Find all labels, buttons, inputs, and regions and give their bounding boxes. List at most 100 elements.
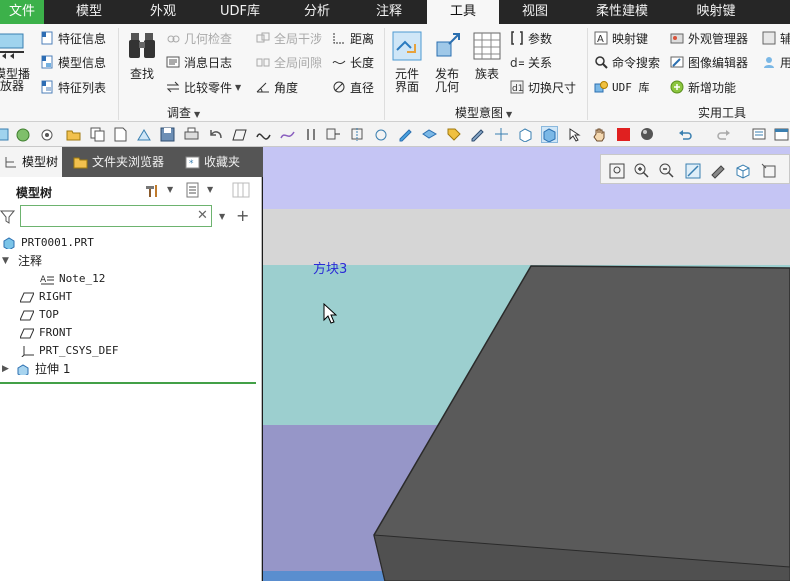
print-icon[interactable] — [184, 127, 199, 142]
tab-flexible-modeling[interactable]: 柔性建模 — [586, 0, 658, 24]
repaint-icon[interactable] — [40, 127, 55, 142]
component-interface-button[interactable]: 元件 界面 — [388, 30, 426, 94]
expand-arrow-icon[interactable]: ▶ — [2, 361, 14, 377]
hand-icon[interactable] — [592, 127, 607, 142]
filter-icon[interactable] — [0, 209, 16, 225]
sketch-icon[interactable] — [137, 127, 152, 142]
relations-button[interactable]: d= 关系 — [510, 52, 552, 72]
tree-item-annotations[interactable]: ▼ 注释 — [2, 253, 42, 269]
copy-icon[interactable] — [90, 127, 105, 142]
tab-model-tree[interactable]: 模型树 — [0, 147, 62, 177]
spline-icon[interactable] — [280, 127, 295, 142]
chevron-down-icon[interactable]: ▼ — [167, 185, 173, 194]
group-model-intent[interactable]: 模型意图 ▼ — [455, 104, 512, 121]
switch-dimensions-button[interactable]: d1 切换尺寸 — [510, 77, 576, 97]
chevron-down-icon[interactable]: ▼ — [207, 185, 213, 194]
layer-icon[interactable] — [422, 127, 437, 142]
tree-item-top-plane[interactable]: TOP — [20, 307, 59, 323]
tab-favorites[interactable]: * 收藏夹 — [182, 147, 254, 177]
model-player-button[interactable]: 模型播 放器 — [0, 30, 34, 92]
tree-item-extrude[interactable]: ▶ 拉伸 1 — [2, 361, 70, 377]
regenerate-manager-icon[interactable] — [752, 127, 767, 142]
redo-icon[interactable] — [716, 127, 731, 142]
tab-udf-library[interactable]: UDF库 — [208, 0, 272, 24]
compare-part-button[interactable]: 比较零件 ▼ — [166, 77, 241, 97]
udf-library-button[interactable]: UDF 库 — [594, 77, 650, 97]
plane-icon[interactable] — [232, 127, 247, 142]
tab-view[interactable]: 视图 — [508, 0, 562, 24]
reorient-icon[interactable] — [685, 163, 701, 179]
image-editor-button[interactable]: 图像编辑器 — [670, 52, 748, 72]
parameters-button[interactable]: 参数 — [510, 28, 552, 48]
message-log-button[interactable]: 消息日志 — [166, 52, 232, 72]
appearance-manager-button[interactable]: 外观管理器 — [670, 28, 748, 48]
family-table-button[interactable]: 族表 — [468, 30, 506, 81]
global-interference-button[interactable]: 全局干涉 — [256, 28, 322, 48]
tree-item-csys[interactable]: PRT_CSYS_DEF — [20, 343, 118, 359]
plane-align-icon[interactable] — [494, 127, 509, 142]
graphics-window[interactable]: 方块3 — [263, 147, 790, 581]
group-investigate[interactable]: 调查 ▼ — [167, 104, 200, 121]
parallel-icon[interactable] — [304, 127, 319, 142]
sphere-icon[interactable] — [16, 127, 31, 142]
tab-analysis[interactable]: 分析 — [290, 0, 344, 24]
tab-appearance[interactable]: 外观 — [136, 0, 190, 24]
appearance-ball-icon[interactable] — [640, 127, 655, 142]
geometry-check-button[interactable]: 几何检查 — [166, 28, 232, 48]
expand-arrow-icon[interactable]: ▼ — [2, 253, 14, 269]
zoom-fit-icon[interactable] — [609, 163, 625, 179]
tab-annotate[interactable]: 注释 — [362, 0, 416, 24]
aux-button[interactable]: 辅 — [762, 28, 790, 48]
window-icon[interactable] — [774, 127, 789, 142]
length-button[interactable]: 长度 — [332, 52, 374, 72]
open-folder-icon[interactable] — [66, 127, 81, 142]
feature-info-button[interactable]: 特征信息 — [40, 28, 106, 48]
view-cube-icon[interactable] — [735, 163, 751, 179]
shaded-view-icon[interactable] — [541, 126, 558, 143]
new-features-button[interactable]: 新增功能 — [670, 77, 736, 97]
hammer-icon[interactable] — [144, 182, 160, 198]
diameter-button[interactable]: 直径 — [332, 77, 374, 97]
model-info-button[interactable]: 模型信息 — [40, 52, 106, 72]
select-icon[interactable] — [566, 127, 581, 142]
edit-icon[interactable] — [470, 127, 485, 142]
publish-geometry-button[interactable]: 发布 几何 — [428, 30, 466, 94]
zoom-out-icon[interactable] — [659, 163, 675, 179]
zoom-in-icon[interactable] — [634, 163, 650, 179]
tree-item-front-plane[interactable]: FRONT — [20, 325, 72, 341]
angle-button[interactable]: 角度 — [256, 77, 298, 97]
global-clearance-button[interactable]: 全局间隙 — [256, 52, 322, 72]
chevron-down-icon[interactable]: ▼ — [219, 212, 225, 221]
display-style-icon[interactable] — [710, 163, 726, 179]
distance-button[interactable]: 距离 — [332, 28, 374, 48]
trim-icon[interactable] — [326, 127, 341, 142]
annotation-label[interactable]: 方块3 — [313, 258, 347, 277]
hidden-line-icon[interactable] — [518, 127, 533, 142]
undo-icon[interactable] — [678, 127, 693, 142]
regenerate-icon[interactable] — [0, 127, 11, 142]
tree-item-note[interactable]: A Note_12 — [40, 271, 105, 287]
save-icon[interactable] — [160, 127, 175, 142]
tree-item-part[interactable]: PRT0001.PRT — [2, 235, 94, 251]
undo-arrow-icon[interactable] — [208, 127, 223, 142]
mapkeys-button[interactable]: A 映射键 — [594, 28, 648, 48]
mirror-icon[interactable] — [350, 127, 365, 142]
document-icon[interactable] — [113, 127, 128, 142]
columns-icon[interactable] — [232, 182, 250, 198]
add-icon[interactable]: + — [236, 206, 249, 225]
tab-mapkeys[interactable]: 映射键 — [680, 0, 752, 24]
feature-list-button[interactable]: 特征列表 — [40, 77, 106, 97]
show-icon[interactable] — [185, 182, 201, 198]
clear-search-icon[interactable]: ✕ — [197, 208, 208, 223]
tree-search-input[interactable] — [20, 205, 212, 227]
tab-folder-browser[interactable]: 文件夹浏览器 — [70, 147, 170, 177]
curve-icon[interactable] — [256, 127, 271, 142]
find-button[interactable]: 查找 — [122, 30, 162, 81]
pencil-icon[interactable] — [398, 127, 413, 142]
datum-display-icon[interactable] — [761, 163, 777, 179]
color-swatch-icon[interactable] — [616, 127, 631, 142]
block-model[interactable] — [263, 147, 790, 581]
use-button[interactable]: 用 — [762, 52, 790, 72]
tab-model[interactable]: 模型 — [62, 0, 116, 24]
tree-item-right-plane[interactable]: RIGHT — [20, 289, 72, 305]
